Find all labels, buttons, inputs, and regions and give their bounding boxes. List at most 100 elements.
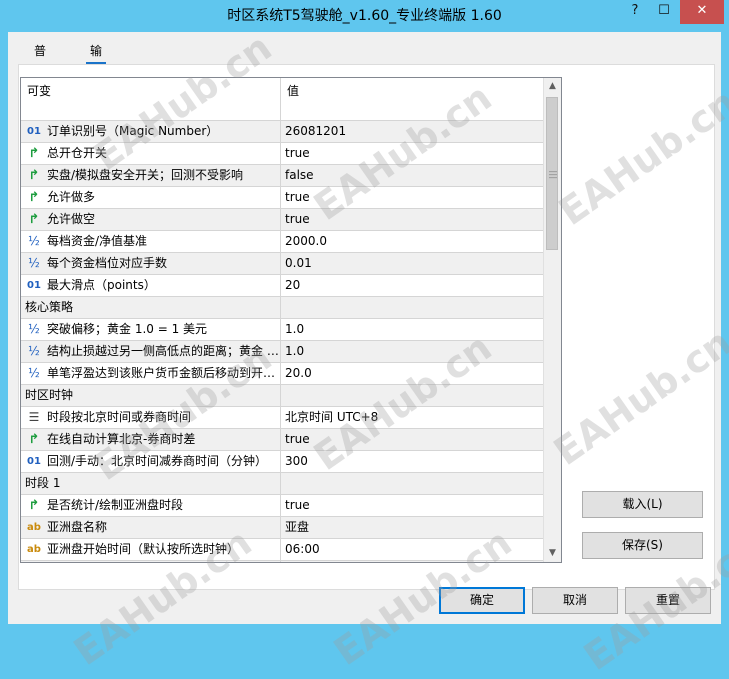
group-header-row[interactable]: 核心策略	[21, 297, 543, 319]
variable-value-cell[interactable]: 26081201	[281, 121, 543, 142]
variable-value-cell[interactable]: 20	[281, 275, 543, 296]
string-type-icon: ab	[24, 561, 44, 562]
variable-name-cell: ↱ 允许做空	[21, 209, 281, 230]
save-button[interactable]: 保存(S)	[582, 532, 703, 559]
scrollbar-thumb[interactable]: ― ― ―	[546, 97, 558, 250]
tab-inputs[interactable]: 输入	[86, 40, 107, 80]
table-row[interactable]: ↱ 允许做多 true	[21, 187, 543, 209]
table-row[interactable]: ½ 每个资金档位对应手数 0.01	[21, 253, 543, 275]
variable-name: 核心策略	[25, 300, 74, 314]
inputs-grid[interactable]: 可变 值 01 订单识别号（Magic Number） 26081201 ↱ 总开仓开关…	[20, 77, 562, 563]
variable-name-cell: ↱ 是否统计/绘制亚洲盘时段	[21, 495, 281, 516]
variable-name: 每个资金档位对应手数	[47, 256, 168, 270]
variable-value-cell[interactable]: 1.0	[281, 319, 543, 340]
help-button[interactable]: ?	[621, 0, 649, 24]
variable-value-cell[interactable]: true	[281, 187, 543, 208]
boolean-type-icon: ↱	[28, 146, 40, 161]
table-row[interactable]: ab 亚洲盘名称 亚盘	[21, 517, 543, 539]
variable-value-cell	[281, 473, 543, 494]
variable-value-cell[interactable]: 14:00	[281, 561, 543, 562]
table-row[interactable]: ½ 结构止损越过另一侧高低点的距离；黄金 1… 1.0	[21, 341, 543, 363]
variable-value-cell[interactable]: 2000.0	[281, 231, 543, 252]
variable-name: 回测/手动：北京时间减券商时间（分钟）	[47, 454, 268, 468]
variable-name-cell: ↱ 允许做多	[21, 187, 281, 208]
double-type-icon: ½	[28, 366, 40, 380]
variable-value-cell[interactable]: 0.01	[281, 253, 543, 274]
table-row[interactable]: ☰ 时段按北京时间或券商时间 北京时间 UTC+8	[21, 407, 543, 429]
cancel-button[interactable]: 取消	[532, 587, 618, 614]
table-row[interactable]: ↱ 实盘/模拟盘安全开关；回测不受影响 false	[21, 165, 543, 187]
group-header-row[interactable]: 时段 1	[21, 473, 543, 495]
table-row[interactable]: ↱ 总开仓开关 true	[21, 143, 543, 165]
tab-common[interactable]: 普通	[30, 40, 50, 80]
variable-name: 结构止损越过另一侧高低点的距离；黄金 1…	[47, 344, 281, 358]
variable-name: 单笔浮盈达到该账户货币金额后移动到开…	[47, 366, 276, 380]
column-header-variable[interactable]: 可变	[21, 78, 281, 120]
variable-value-cell	[281, 385, 543, 406]
variable-name-cell: 01 回测/手动：北京时间减券商时间（分钟）	[21, 451, 281, 472]
scroll-up-arrow-icon[interactable]: ▲	[544, 78, 561, 95]
variable-name: 每档资金/净值基准	[47, 234, 148, 248]
variable-value-cell[interactable]: true	[281, 429, 543, 450]
variable-name-cell: ab 亚洲盘名称	[21, 517, 281, 538]
variable-value-cell[interactable]: 亚盘	[281, 517, 543, 538]
variable-name: 亚洲盘开始时间（默认按所选时钟）	[47, 542, 240, 556]
variable-name-cell: 时段 1	[21, 473, 281, 494]
enum-type-icon: ☰	[28, 410, 40, 424]
variable-name: 实盘/模拟盘安全开关；回测不受影响	[47, 168, 244, 182]
close-button[interactable]: ✕	[680, 0, 724, 24]
variable-value-cell[interactable]: 1.0	[281, 341, 543, 362]
variable-value-cell[interactable]: 北京时间 UTC+8	[281, 407, 543, 428]
group-header-row[interactable]: 时区时钟	[21, 385, 543, 407]
variable-name-cell: 核心策略	[21, 297, 281, 318]
table-row[interactable]: 01 回测/手动：北京时间减券商时间（分钟） 300	[21, 451, 543, 473]
window-title: 时区系统T5驾驶舱_v1.60_专业终端版 1.60	[227, 8, 502, 24]
double-type-icon: ½	[28, 256, 40, 270]
table-row[interactable]: ↱ 允许做空 true	[21, 209, 543, 231]
variable-name: 时区时钟	[25, 388, 74, 402]
vertical-scrollbar[interactable]: ▲ ― ― ― ▼	[543, 78, 561, 562]
variable-name: 亚洲盘名称	[47, 520, 108, 534]
table-row[interactable]: ab亚洲盘结束时间14:00	[21, 561, 543, 562]
variable-name: 在线自动计算北京-券商时差	[47, 432, 196, 446]
table-row[interactable]: ab 亚洲盘开始时间（默认按所选时钟） 06:00	[21, 539, 543, 561]
variable-value-cell[interactable]: false	[281, 165, 543, 186]
variable-name-cell: ½ 每个资金档位对应手数	[21, 253, 281, 274]
scroll-down-arrow-icon[interactable]: ▼	[544, 545, 561, 562]
variable-name-cell: ab 亚洲盘开始时间（默认按所选时钟）	[21, 539, 281, 560]
variable-name: 是否统计/绘制亚洲盘时段	[47, 498, 184, 512]
table-row[interactable]: ↱ 是否统计/绘制亚洲盘时段 true	[21, 495, 543, 517]
table-row[interactable]: 01 订单识别号（Magic Number） 26081201	[21, 121, 543, 143]
variable-name-cell: ½ 结构止损越过另一侧高低点的距离；黄金 1…	[21, 341, 281, 362]
variable-name-cell: 时区时钟	[21, 385, 281, 406]
variable-name: 最大滑点（points）	[47, 278, 156, 292]
grip-icon: ― ― ―	[549, 167, 557, 182]
variable-value-cell[interactable]: 20.0	[281, 363, 543, 384]
variable-value-cell[interactable]: true	[281, 143, 543, 164]
variable-value-cell[interactable]: true	[281, 209, 543, 230]
load-button[interactable]: 载入(L)	[582, 491, 703, 518]
integer-type-icon: 01	[27, 456, 41, 467]
string-type-icon: ab	[27, 544, 41, 555]
variable-name-cell: 01 订单识别号（Magic Number）	[21, 121, 281, 142]
variable-value-cell	[281, 297, 543, 318]
boolean-type-icon: ↱	[28, 432, 40, 447]
variable-value-cell[interactable]: true	[281, 495, 543, 516]
table-row[interactable]: ½ 突破偏移；黄金 1.0 = 1 美元 1.0	[21, 319, 543, 341]
table-row[interactable]: 01 最大滑点（points） 20	[21, 275, 543, 297]
variable-value-cell[interactable]: 06:00	[281, 539, 543, 560]
reset-button[interactable]: 重置	[625, 587, 711, 614]
variable-name-cell: ab亚洲盘结束时间	[21, 561, 281, 562]
table-row[interactable]: ↱ 在线自动计算北京-券商时差 true	[21, 429, 543, 451]
variable-name-cell: ½ 每档资金/净值基准	[21, 231, 281, 252]
variable-name-cell: 01 最大滑点（points）	[21, 275, 281, 296]
variable-value-cell[interactable]: 300	[281, 451, 543, 472]
variable-name: 时段 1	[25, 476, 61, 490]
ok-button[interactable]: 确定	[439, 587, 525, 614]
double-type-icon: ½	[28, 234, 40, 248]
maximize-button[interactable]: ☐	[650, 0, 678, 24]
variable-name-cell: ↱ 实盘/模拟盘安全开关；回测不受影响	[21, 165, 281, 186]
column-header-value[interactable]: 值	[281, 78, 543, 120]
table-row[interactable]: ½ 每档资金/净值基准 2000.0	[21, 231, 543, 253]
table-row[interactable]: ½ 单笔浮盈达到该账户货币金额后移动到开… 20.0	[21, 363, 543, 385]
